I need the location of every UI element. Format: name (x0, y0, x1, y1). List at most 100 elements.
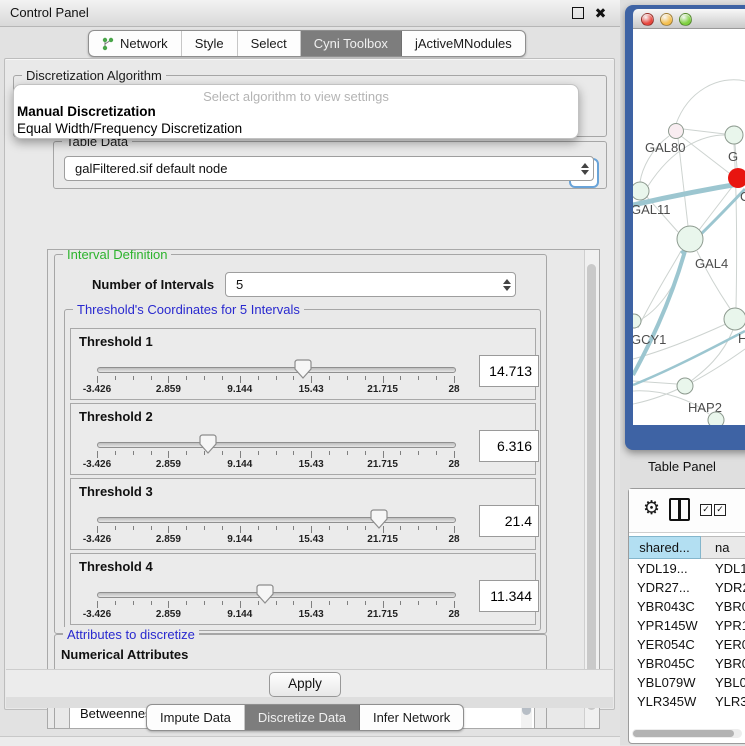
split-view-icon[interactable] (669, 498, 690, 521)
network-node[interactable] (708, 412, 724, 425)
number-of-intervals-combobox[interactable]: 5 (225, 272, 516, 297)
network-node[interactable] (725, 126, 743, 144)
slider-track[interactable] (97, 592, 456, 598)
tick-label: -3.426 (83, 534, 111, 545)
cell-name[interactable]: YDR2 (708, 578, 745, 597)
tab-label: Network (120, 36, 168, 51)
slider-track[interactable] (97, 367, 456, 373)
settings-gear-icon[interactable]: ⚙ (643, 497, 660, 520)
network-icon (102, 37, 114, 51)
checkbox-icon[interactable]: ✓ (700, 504, 712, 516)
scrollbar-thumb[interactable] (633, 730, 734, 737)
tick-label: 21.715 (367, 459, 398, 470)
column-header-shared-name[interactable]: shared... (629, 536, 701, 559)
network-node[interactable] (724, 308, 745, 330)
tick-label: 21.715 (367, 609, 398, 620)
threshold-slider[interactable]: -3.4262.8599.14415.4321.71528 (97, 432, 454, 472)
tab-cyni-toolbox[interactable]: Cyni Toolbox (301, 31, 402, 56)
table-row[interactable]: YBL079WYBL0 (629, 673, 745, 692)
float-window-icon[interactable] (572, 7, 584, 19)
threshold-value-field[interactable]: 6.316 (479, 430, 539, 462)
slider-track[interactable] (97, 517, 456, 523)
network-node[interactable] (633, 182, 649, 200)
threshold-value-field[interactable]: 21.4 (479, 505, 539, 537)
tick-label: 2.859 (156, 534, 181, 545)
threshold-slider[interactable]: -3.4262.8599.14415.4321.71528 (97, 582, 454, 622)
table-row[interactable]: YPR145WYPR1 (629, 616, 745, 635)
network-edge[interactable] (681, 136, 729, 173)
tab-select[interactable]: Select (238, 31, 301, 56)
table-row[interactable]: YBR045CYBR0 (629, 654, 745, 673)
tick-label: 15.43 (299, 384, 324, 395)
cell-shared-name[interactable]: YER054C (629, 635, 708, 654)
tab-style[interactable]: Style (182, 31, 238, 56)
horizontal-scrollbar[interactable] (632, 729, 742, 738)
table-row[interactable]: YLR345WYLR3 (629, 692, 745, 711)
mac-zoom-button[interactable] (679, 13, 692, 26)
tab-impute-data[interactable]: Impute Data (147, 705, 245, 730)
cell-shared-name[interactable]: YPR145W (629, 616, 708, 635)
table-row[interactable]: YER054CYER0 (629, 635, 745, 654)
dropdown-option[interactable]: Equal Width/Frequency Discretization (14, 121, 578, 138)
network-canvas[interactable]: GAL80GCGAL11GAL4GCY1HHAP2 (633, 29, 745, 425)
threshold-slider[interactable]: -3.4262.8599.14415.4321.71528 (97, 357, 454, 397)
mac-close-button[interactable] (641, 13, 654, 26)
cell-name[interactable]: YBL0 (708, 673, 745, 692)
table-data-combobox[interactable]: galFiltered.sif default node (64, 156, 594, 181)
table-row[interactable]: YDR27...YDR2 (629, 578, 745, 597)
cell-shared-name[interactable]: YDR27... (629, 578, 708, 597)
tick-mark (240, 376, 241, 383)
tab-network[interactable]: Network (89, 31, 182, 56)
tick-mark (240, 526, 241, 533)
network-node[interactable] (633, 314, 641, 328)
tick-label: 2.859 (156, 609, 181, 620)
vertical-scrollbar[interactable] (584, 250, 599, 728)
cell-shared-name[interactable]: YDL19... (629, 559, 708, 578)
cell-name[interactable]: YDL1 (708, 559, 745, 578)
threshold-slider[interactable]: -3.4262.8599.14415.4321.71528 (97, 507, 454, 547)
mac-minimize-button[interactable] (660, 13, 673, 26)
tab-jactivemnodules[interactable]: jActiveMNodules (402, 31, 525, 56)
cell-shared-name[interactable]: YBR045C (629, 654, 708, 673)
threshold-value-field[interactable]: 11.344 (479, 580, 539, 612)
slider-thumb[interactable] (370, 509, 388, 529)
tab-discretize-data[interactable]: Discretize Data (245, 705, 360, 730)
cell-shared-name[interactable]: YBL079W (629, 673, 708, 692)
network-node[interactable] (677, 378, 693, 394)
dropdown-option[interactable]: Manual Discretization (14, 104, 578, 121)
cell-name[interactable]: YPR1 (708, 616, 745, 635)
node-label: H (738, 331, 745, 346)
tick-mark (400, 451, 401, 455)
settings-scroll-pane: Interval Definition Number of Intervals … (47, 249, 600, 729)
cell-name[interactable]: YBR0 (708, 597, 745, 616)
tab-infer-network[interactable]: Infer Network (360, 705, 463, 730)
slider-track[interactable] (97, 442, 456, 448)
threshold-value-field[interactable]: 14.713 (479, 355, 539, 387)
tick-mark (454, 376, 455, 383)
scrollbar-thumb[interactable] (587, 264, 596, 710)
network-node[interactable] (677, 226, 703, 252)
tick-mark (276, 526, 277, 530)
checkbox-icon[interactable]: ✓ (714, 504, 726, 516)
cell-name[interactable]: YLR3 (708, 692, 745, 711)
close-icon[interactable]: ✖ (594, 7, 607, 20)
table-row[interactable]: YDL19...YDL1 (629, 559, 745, 578)
table-row[interactable]: YBR043CYBR0 (629, 597, 745, 616)
slider-thumb[interactable] (294, 359, 312, 379)
control-panel-titlebar: Control Panel ✖ (0, 0, 620, 27)
table-header-row: shared... na (629, 536, 745, 559)
cell-shared-name[interactable]: YBR043C (629, 597, 708, 616)
network-node[interactable] (669, 124, 684, 139)
network-edge[interactable] (683, 129, 725, 134)
cell-name[interactable]: YER0 (708, 635, 745, 654)
network-edge-highlighted[interactable] (633, 251, 685, 375)
tick-mark (168, 526, 169, 533)
apply-button[interactable]: Apply (269, 672, 341, 697)
column-header-name[interactable]: na (701, 536, 745, 559)
cell-name[interactable]: YBR0 (708, 654, 745, 673)
cell-shared-name[interactable]: YLR345W (629, 692, 708, 711)
discretization-algorithm-title: Discretization Algorithm (22, 68, 166, 83)
network-edge[interactable] (633, 349, 745, 404)
network-edge[interactable] (676, 80, 745, 124)
slider-thumb[interactable] (199, 434, 217, 454)
